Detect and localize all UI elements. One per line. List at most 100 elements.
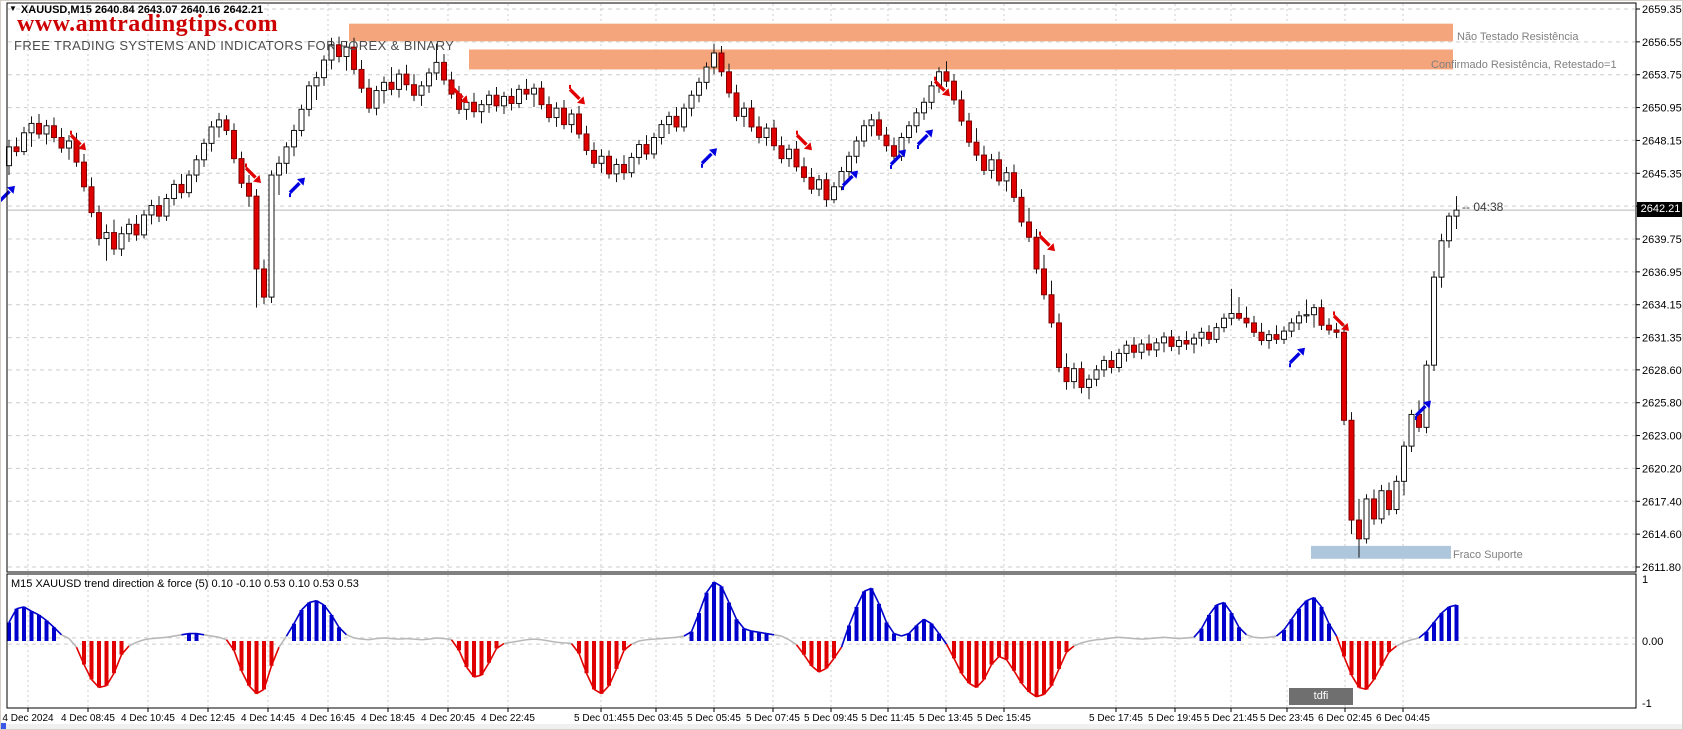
time-axis-label: 6 Dec 02:45 (1318, 713, 1372, 724)
zone-label-weak-support: Fraco Suporte (1453, 549, 1523, 561)
price-zones[interactable] (349, 24, 1453, 559)
candle (232, 130, 237, 158)
price-axis-label: 2656.55 (1642, 37, 1682, 49)
time-axis-label: 5 Dec 11:45 (861, 713, 915, 724)
sell-arrow-icon[interactable] (570, 85, 585, 105)
candle (562, 108, 567, 124)
candle (277, 163, 282, 175)
candle (629, 157, 634, 172)
candle (1004, 173, 1009, 181)
candle (89, 187, 94, 213)
candle (704, 67, 709, 82)
candle (119, 234, 124, 249)
buy-arrow-icon[interactable] (918, 129, 933, 149)
candle (67, 141, 72, 148)
candle (757, 127, 762, 138)
indicator-scale-label: 1 (1642, 574, 1648, 586)
candle (997, 160, 1002, 181)
candle (659, 125, 664, 138)
time-axis-label: 6 Dec 04:45 (1376, 713, 1430, 724)
candle (907, 126, 912, 138)
zone-resistance-confirmed[interactable] (469, 49, 1453, 69)
candle (1274, 335, 1279, 340)
candle (187, 175, 192, 193)
candle (1154, 343, 1159, 350)
price-axis[interactable]: 2659.352656.552653.752650.952648.152645.… (1636, 4, 1682, 710)
price-chart-canvas[interactable]: 2659.352656.552653.752650.952648.152645.… (1, 1, 1683, 730)
candle (1072, 369, 1077, 382)
candle (959, 100, 964, 121)
candle-countdown-timer: -- 04:38 (1462, 200, 1503, 214)
sell-arrow-icon[interactable] (1040, 232, 1055, 252)
candle (719, 53, 724, 72)
candle (674, 116, 679, 127)
candle (1087, 379, 1092, 387)
candle (82, 162, 87, 187)
candle (479, 105, 484, 112)
candle (952, 81, 957, 100)
candle (367, 88, 372, 108)
candle (1439, 241, 1444, 277)
candle (509, 96, 514, 103)
candle (1237, 314, 1242, 319)
candle (1312, 308, 1317, 315)
indicator-scale-label: 0.00 (1642, 636, 1663, 648)
candle (1042, 269, 1047, 295)
candle (1402, 446, 1407, 481)
candle (809, 177, 814, 189)
candle (847, 156, 852, 171)
tdfi-label[interactable]: tdfi (1289, 688, 1353, 705)
candle (1049, 295, 1054, 323)
symbol-collapse-icon[interactable]: ▼ (9, 4, 17, 13)
candle (1079, 369, 1084, 388)
signal-arrows[interactable] (1, 77, 1431, 420)
candle (209, 127, 214, 143)
candle (314, 78, 319, 86)
candle (524, 89, 529, 94)
price-axis-label: 2639.75 (1642, 234, 1682, 246)
chart-borders (7, 3, 1636, 708)
candle (397, 74, 402, 89)
candle (1357, 520, 1362, 539)
zone-resistance-untested[interactable] (349, 24, 1453, 42)
scrollbar-corner (1, 723, 6, 730)
candle (1334, 330, 1339, 332)
time-axis-label: 4 Dec 20:45 (421, 713, 475, 724)
candle (1304, 315, 1309, 316)
candle (914, 113, 919, 126)
candle (502, 96, 507, 105)
candle (1229, 314, 1234, 319)
price-axis-label: 2648.15 (1642, 135, 1682, 147)
candle (622, 164, 627, 172)
candle (29, 123, 34, 132)
candle (1222, 318, 1227, 327)
zone-weak-support[interactable] (1311, 546, 1451, 559)
candle (614, 164, 619, 173)
candle (374, 91, 379, 109)
buy-arrow-icon[interactable] (702, 148, 717, 168)
candle (1207, 332, 1212, 339)
buy-arrow-icon[interactable] (290, 178, 305, 198)
candle (712, 53, 717, 67)
candle (989, 160, 994, 171)
candle (269, 175, 274, 297)
candle (1424, 365, 1429, 427)
candle (1132, 345, 1137, 352)
gridlines (8, 4, 1635, 707)
candle (22, 133, 27, 152)
buy-arrow-icon[interactable] (1290, 348, 1305, 368)
price-axis-label: 2623.00 (1642, 431, 1682, 443)
candle (547, 105, 552, 118)
candle (359, 69, 364, 88)
buy-arrow-icon[interactable] (1, 186, 15, 206)
time-axis[interactable]: 4 Dec 20244 Dec 08:454 Dec 10:454 Dec 12… (2, 708, 1430, 724)
candle (584, 134, 589, 150)
time-axis-label: 4 Dec 22:45 (481, 713, 535, 724)
time-axis-label: 4 Dec 08:45 (61, 713, 115, 724)
candle (607, 156, 612, 174)
candle (1282, 331, 1287, 339)
candle (682, 108, 687, 127)
price-axis-label: 2653.75 (1642, 70, 1682, 82)
candle (637, 145, 642, 158)
price-axis-label: 2645.35 (1642, 168, 1682, 180)
